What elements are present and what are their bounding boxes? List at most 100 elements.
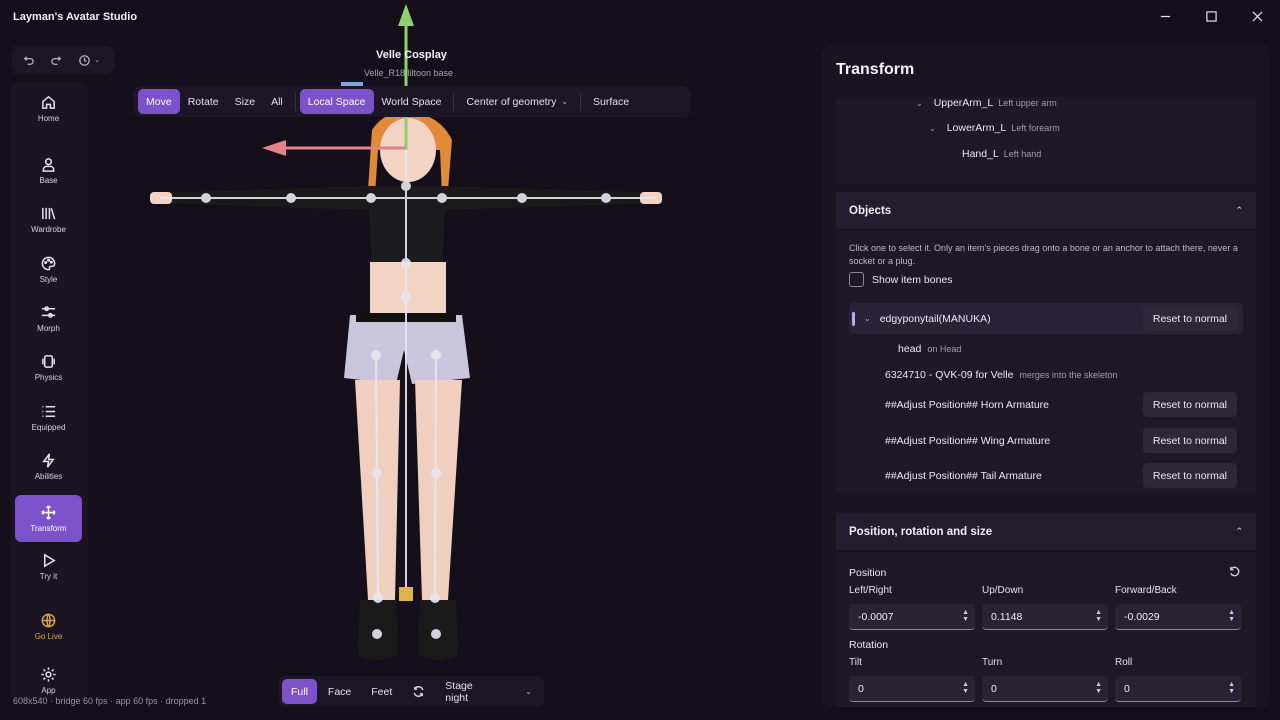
camera-face-button[interactable]: Face bbox=[319, 679, 360, 704]
reset-to-normal-button[interactable]: Reset to normal bbox=[1142, 463, 1237, 488]
reset-to-normal-button[interactable]: Reset to normal bbox=[1142, 428, 1237, 453]
object-row-tail[interactable]: ##Adjust Position## Tail Armature Reset … bbox=[849, 460, 1243, 491]
transform-panel: Transform ⌄ UpperArm_L Left upper arm ⌄ … bbox=[822, 45, 1269, 707]
surface-button[interactable]: Surface bbox=[585, 89, 637, 114]
world-space-button[interactable]: World Space bbox=[374, 89, 450, 114]
left-right-input[interactable]: -0.0007 ▲ ▼ bbox=[849, 604, 975, 630]
nav-try-it[interactable]: Try it bbox=[15, 543, 82, 590]
object-row-wing[interactable]: ##Adjust Position## Wing Armature Reset … bbox=[849, 425, 1243, 456]
roll-label: Roll bbox=[1115, 657, 1133, 668]
nav-label: Morph bbox=[37, 324, 60, 333]
objects-section: Click one to select it. Only an item's p… bbox=[836, 231, 1256, 493]
nav-label: Abilities bbox=[34, 472, 63, 481]
object-hint: merges into the skeleton bbox=[1019, 369, 1118, 380]
tilt-label: Tilt bbox=[849, 657, 862, 668]
tree-item-lowerarm-l[interactable]: ⌄ LowerArm_L Left forearm bbox=[929, 122, 1060, 134]
nav-base[interactable]: Base bbox=[15, 147, 82, 194]
nav-wardrobe[interactable]: Wardrobe bbox=[15, 196, 82, 243]
forward-back-input[interactable]: -0.0029 ▲ ▼ bbox=[1115, 604, 1241, 630]
up-down-input[interactable]: 0.1148 ▲ ▼ bbox=[982, 604, 1108, 630]
avatar-face bbox=[380, 118, 436, 182]
close-button[interactable] bbox=[1242, 6, 1272, 26]
tree-item-upperarm-l[interactable]: ⌄ UpperArm_L Left upper arm bbox=[916, 97, 1057, 109]
nav-morph[interactable]: Morph bbox=[15, 295, 82, 342]
spinner-icon[interactable]: ▲ ▼ bbox=[1228, 681, 1235, 695]
objects-section-header[interactable]: Objects ⌃ bbox=[836, 192, 1256, 229]
nav-equipped[interactable]: Equipped bbox=[15, 394, 82, 441]
left-nav: Home Base Wardrobe Style Morph Physics E… bbox=[10, 83, 88, 700]
reset-position-button[interactable] bbox=[1228, 565, 1242, 579]
transform-toolbar: Move Rotate Size All Local Space World S… bbox=[134, 86, 690, 117]
redo-icon bbox=[50, 55, 61, 65]
nav-transform[interactable]: Transform bbox=[15, 495, 82, 542]
move-icon bbox=[41, 505, 56, 520]
nav-label: Go Live bbox=[34, 632, 63, 641]
up-down-label: Up/Down bbox=[982, 585, 1024, 596]
camera-feet-button[interactable]: Feet bbox=[362, 679, 401, 704]
globe-icon bbox=[41, 613, 56, 628]
palette-icon bbox=[41, 256, 56, 271]
nav-go-live[interactable]: Go Live bbox=[15, 603, 82, 650]
avatar-torso-skin bbox=[370, 262, 446, 317]
forward-back-label: Forward/Back bbox=[1115, 585, 1177, 596]
tilt-input[interactable]: 0 ▲ ▼ bbox=[849, 676, 975, 702]
redo-button[interactable] bbox=[44, 48, 68, 72]
nav-style[interactable]: Style bbox=[15, 246, 82, 293]
undo-icon bbox=[23, 55, 34, 65]
maximize-icon bbox=[1205, 10, 1217, 22]
nav-abilities[interactable]: Abilities bbox=[15, 443, 82, 490]
input-value: -0.0007 bbox=[858, 610, 894, 623]
refresh-button[interactable] bbox=[403, 679, 434, 704]
object-row-qvk[interactable]: 6324710 - QVK-09 for Velle merges into t… bbox=[849, 359, 1243, 390]
camera-full-button[interactable]: Full bbox=[282, 679, 317, 704]
nav-label: App bbox=[41, 686, 56, 695]
rotate-mode-button[interactable]: Rotate bbox=[180, 89, 227, 114]
nav-label: Transform bbox=[30, 524, 67, 533]
pivot-dropdown[interactable]: Center of geometry ⌄ bbox=[458, 89, 576, 114]
list-icon bbox=[42, 406, 56, 417]
gizmo-y-arrow bbox=[398, 4, 414, 26]
prs-section-header[interactable]: Position, rotation and size ⌃ bbox=[836, 513, 1256, 550]
stage-dropdown[interactable]: Stage night ⌄ bbox=[436, 679, 541, 704]
tree-item-hint: Left hand bbox=[1003, 149, 1042, 159]
nav-physics[interactable]: Physics bbox=[15, 344, 82, 391]
object-row-horn[interactable]: ##Adjust Position## Horn Armature Reset … bbox=[849, 389, 1243, 420]
turn-input[interactable]: 0 ▲ ▼ bbox=[982, 676, 1108, 702]
roll-input[interactable]: 0 ▲ ▼ bbox=[1115, 676, 1241, 702]
tree-item-hand-l[interactable]: Hand_L Left hand bbox=[962, 148, 1041, 160]
spinner-icon[interactable]: ▲ ▼ bbox=[962, 681, 969, 695]
prs-section: Position Left/Right Up/Down Forward/Back… bbox=[836, 552, 1256, 707]
chevron-down-icon: ⌄ bbox=[561, 97, 569, 106]
physics-icon bbox=[42, 355, 55, 368]
tree-item-name: UpperArm_L bbox=[933, 97, 994, 109]
maximize-button[interactable] bbox=[1196, 6, 1226, 26]
rotation-label: Rotation bbox=[849, 639, 889, 651]
spinner-icon[interactable]: ▲ ▼ bbox=[1095, 681, 1102, 695]
all-mode-button[interactable]: All bbox=[263, 89, 291, 114]
minimize-button[interactable] bbox=[1150, 6, 1180, 26]
input-value: 0 bbox=[991, 682, 997, 695]
spinner-icon[interactable]: ▲ ▼ bbox=[1095, 609, 1102, 623]
input-value: -0.0029 bbox=[1124, 610, 1160, 623]
show-item-bones-checkbox[interactable]: Show item bones bbox=[849, 272, 953, 287]
local-space-button[interactable]: Local Space bbox=[299, 89, 374, 114]
model-subtitle: Velle_R18 liltoon base bbox=[364, 68, 454, 78]
spinner-icon[interactable]: ▲ ▼ bbox=[962, 609, 969, 623]
checkbox-box bbox=[849, 272, 864, 287]
undo-icon bbox=[1230, 566, 1240, 577]
nav-label: Equipped bbox=[31, 423, 66, 432]
panel-title: Transform bbox=[836, 61, 915, 78]
move-mode-button[interactable]: Move bbox=[138, 89, 180, 114]
stage-label: Stage night bbox=[445, 679, 473, 704]
size-mode-button[interactable]: Size bbox=[227, 89, 263, 114]
spinner-icon[interactable]: ▲ ▼ bbox=[1228, 609, 1235, 623]
chevron-down-icon: ⌄ bbox=[864, 314, 871, 323]
reset-to-normal-button[interactable]: Reset to normal bbox=[1142, 392, 1237, 417]
nav-home[interactable]: Home bbox=[15, 85, 82, 132]
reset-to-normal-button[interactable]: Reset to normal bbox=[1142, 306, 1237, 331]
object-row-ponytail[interactable]: ⌄ edgyponytail(MANUKA) Reset to normal bbox=[849, 303, 1243, 334]
avatar-leg-left bbox=[415, 380, 462, 600]
checkbox-label: Show item bones bbox=[872, 273, 953, 286]
undo-button[interactable] bbox=[16, 48, 40, 72]
wardrobe-icon bbox=[42, 207, 56, 220]
